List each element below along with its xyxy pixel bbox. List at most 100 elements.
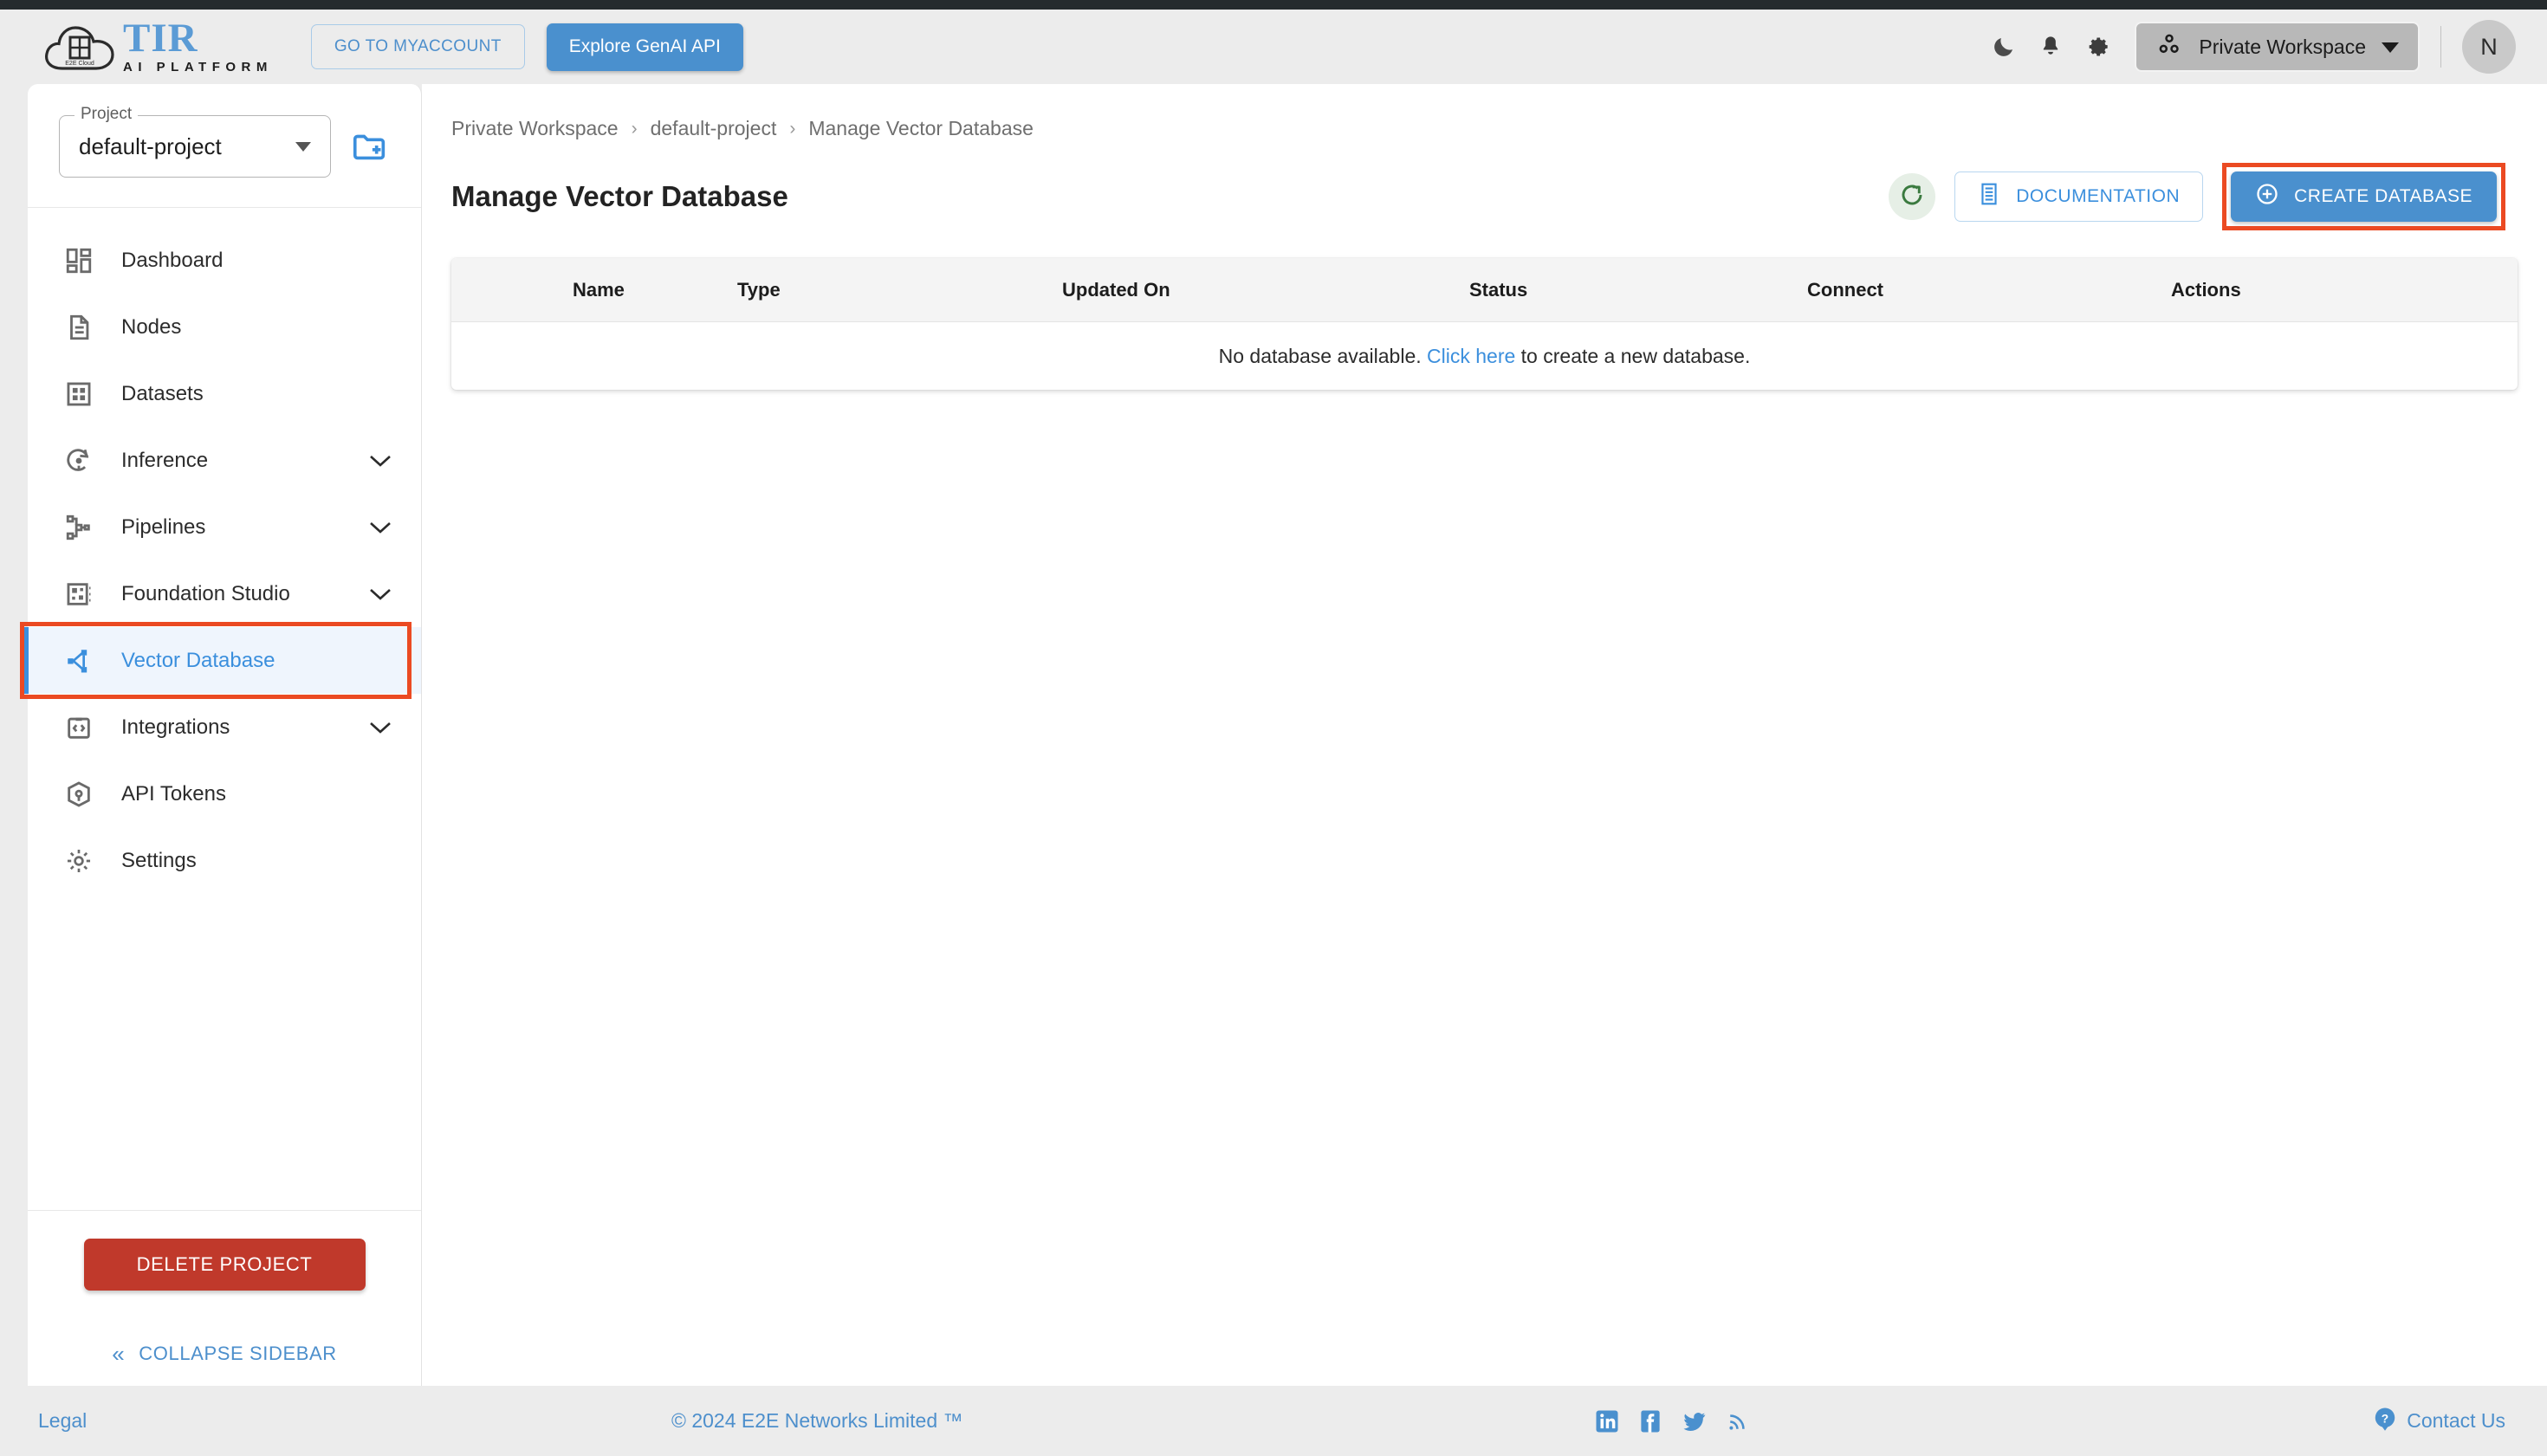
- project-select[interactable]: Project default-project: [59, 105, 331, 178]
- facebook-icon[interactable]: [1637, 1408, 1663, 1434]
- sidebar-item-pipelines[interactable]: Pipelines: [28, 494, 421, 560]
- header-divider: [2440, 26, 2441, 68]
- footer-copyright: © 2024 E2E Networks Limited ™: [671, 1409, 963, 1432]
- page-title: Manage Vector Database: [451, 180, 788, 212]
- vector-nodes-icon: [62, 644, 95, 677]
- sidebar-item-label: API Tokens: [121, 781, 226, 806]
- sidebar-item-api-tokens[interactable]: API Tokens: [28, 760, 421, 827]
- documentation-label: DOCUMENTATION: [2016, 186, 2181, 206]
- sidebar-item-label: Dashboard: [121, 248, 224, 272]
- contact-us-link[interactable]: ? Contact Us: [2372, 1406, 2505, 1437]
- sidebar-footer: DELETE PROJECT « COLLAPSE SIDEBAR: [28, 1210, 421, 1386]
- dark-mode-moon-icon[interactable]: [1980, 23, 2027, 70]
- chevron-double-left-icon: «: [112, 1341, 126, 1367]
- sidebar-item-datasets[interactable]: Datasets: [28, 360, 421, 427]
- page-header-actions: DOCUMENTATION CREATE DATABASE: [1889, 163, 2505, 230]
- logo-subtitle-text: AI PLATFORM: [123, 59, 273, 74]
- app-header: E2E Cloud TIR AI PLATFORM GO TO MYACCOUN…: [0, 10, 2547, 84]
- refresh-button[interactable]: [1889, 173, 1936, 220]
- linkedin-icon[interactable]: [1594, 1408, 1620, 1434]
- sidebar-item-dashboard[interactable]: Dashboard: [28, 227, 421, 294]
- create-database-button[interactable]: CREATE DATABASE: [2231, 171, 2497, 222]
- breadcrumb-item-project[interactable]: default-project: [651, 117, 777, 140]
- app-footer: Legal © 2024 E2E Networks Limited ™ ? Co…: [0, 1386, 2547, 1456]
- documentation-button[interactable]: DOCUMENTATION: [1954, 171, 2204, 222]
- chevron-down-icon[interactable]: [369, 587, 392, 601]
- sidebar-item-inference[interactable]: Inference: [28, 427, 421, 494]
- sidebar-item-label: Foundation Studio: [121, 581, 290, 605]
- header-right-cluster: Private Workspace N: [1980, 20, 2516, 74]
- cloud-badge-text: E2E Cloud: [65, 61, 94, 67]
- empty-state-prefix: No database available.: [1218, 344, 1428, 367]
- logo-brand-text: TIR: [123, 16, 198, 61]
- delete-project-button[interactable]: DELETE PROJECT: [83, 1239, 366, 1291]
- sidebar-item-label: Datasets: [121, 381, 204, 405]
- sidebar-item-integrations[interactable]: Integrations: [28, 694, 421, 760]
- rss-icon[interactable]: [1726, 1408, 1750, 1434]
- sidebar-item-label: Inference: [121, 448, 209, 472]
- settings-gear-icon[interactable]: [2074, 23, 2121, 70]
- breadcrumb-item-current: Manage Vector Database: [808, 117, 1034, 139]
- workspace-selector[interactable]: Private Workspace: [2135, 22, 2420, 72]
- sidebar-item-settings[interactable]: Settings: [28, 827, 421, 894]
- column-header-name: Name: [573, 278, 625, 301]
- footer-social-links: [1594, 1408, 1750, 1434]
- workspace-label: Private Workspace: [2199, 35, 2366, 58]
- column-header-actions: Actions: [2171, 278, 2241, 301]
- chevron-down-icon: [2382, 36, 2399, 59]
- create-database-label: CREATE DATABASE: [2294, 186, 2472, 206]
- dashboard-grid-icon: [62, 244, 95, 277]
- empty-state-create-link[interactable]: Click here: [1427, 345, 1515, 367]
- column-header-connect: Connect: [1807, 278, 1883, 301]
- workspace-group-icon: [2155, 30, 2183, 63]
- chevron-down-icon[interactable]: [369, 721, 392, 734]
- table-header-row: Name Type Updated On Status Connect Acti…: [451, 258, 2518, 322]
- chevron-down-icon: [295, 141, 311, 152]
- empty-state-message: No database available. Click here to cre…: [1219, 345, 1751, 368]
- cloud-logo-icon: E2E Cloud: [42, 20, 120, 74]
- avatar[interactable]: N: [2462, 20, 2516, 74]
- document-lines-icon: [62, 311, 95, 344]
- breadcrumb-separator: ›: [789, 118, 796, 139]
- sidebar-item-label: Nodes: [121, 314, 182, 339]
- twitter-icon[interactable]: [1681, 1408, 1708, 1434]
- brand-logo[interactable]: E2E Cloud TIR AI PLATFORM: [42, 16, 273, 74]
- collapse-sidebar-button[interactable]: « COLLAPSE SIDEBAR: [28, 1343, 421, 1365]
- question-bubble-icon: ?: [2372, 1406, 2398, 1437]
- notifications-bell-icon[interactable]: [2027, 23, 2074, 70]
- create-database-wrapper: CREATE DATABASE: [2222, 163, 2505, 230]
- sidebar-item-foundation-studio[interactable]: Foundation Studio: [28, 560, 421, 627]
- go-to-myaccount-button[interactable]: GO TO MYACCOUNT: [310, 24, 525, 69]
- sidebar: Project default-project Dashboard Nodes …: [20, 84, 422, 1386]
- explore-genai-api-button[interactable]: Explore GenAI API: [546, 23, 743, 71]
- chevron-down-icon[interactable]: [369, 521, 392, 534]
- refresh-icon: [1898, 181, 1926, 213]
- sidebar-item-nodes[interactable]: Nodes: [28, 294, 421, 360]
- contact-us-label: Contact Us: [2407, 1409, 2505, 1432]
- chevron-down-icon[interactable]: [369, 454, 392, 468]
- pipeline-branch-icon: [62, 511, 95, 544]
- svg-text:?: ?: [2382, 1412, 2388, 1425]
- settings-gear-icon: [62, 844, 95, 877]
- breadcrumb-separator: ›: [631, 118, 638, 139]
- sidebar-nav: Dashboard Nodes Datasets Inference Pipel…: [20, 208, 421, 1210]
- inference-refresh-bulb-icon: [62, 444, 95, 477]
- footer-legal-link[interactable]: Legal: [38, 1409, 87, 1433]
- cube-token-icon: [62, 778, 95, 811]
- column-header-type: Type: [737, 278, 781, 301]
- column-header-status: Status: [1469, 278, 1528, 301]
- project-select-value: default-project: [79, 133, 222, 159]
- plus-circle-icon: [2255, 182, 2279, 211]
- table-empty-state-row: No database available. Click here to cre…: [451, 322, 2518, 390]
- document-icon: [1978, 182, 2000, 211]
- sidebar-item-label: Integrations: [121, 715, 230, 739]
- code-brackets-icon: [62, 711, 95, 744]
- grid-square-icon: [62, 378, 95, 411]
- column-header-updated-on: Updated On: [1062, 278, 1170, 301]
- sidebar-item-label: Pipelines: [121, 514, 206, 539]
- sidebar-item-vector-database[interactable]: Vector Database: [20, 622, 421, 699]
- breadcrumb-item-workspace[interactable]: Private Workspace: [451, 117, 619, 140]
- new-folder-icon[interactable]: [350, 126, 390, 166]
- sidebar-item-label: Settings: [121, 848, 197, 872]
- chip-panel-icon: [62, 578, 95, 611]
